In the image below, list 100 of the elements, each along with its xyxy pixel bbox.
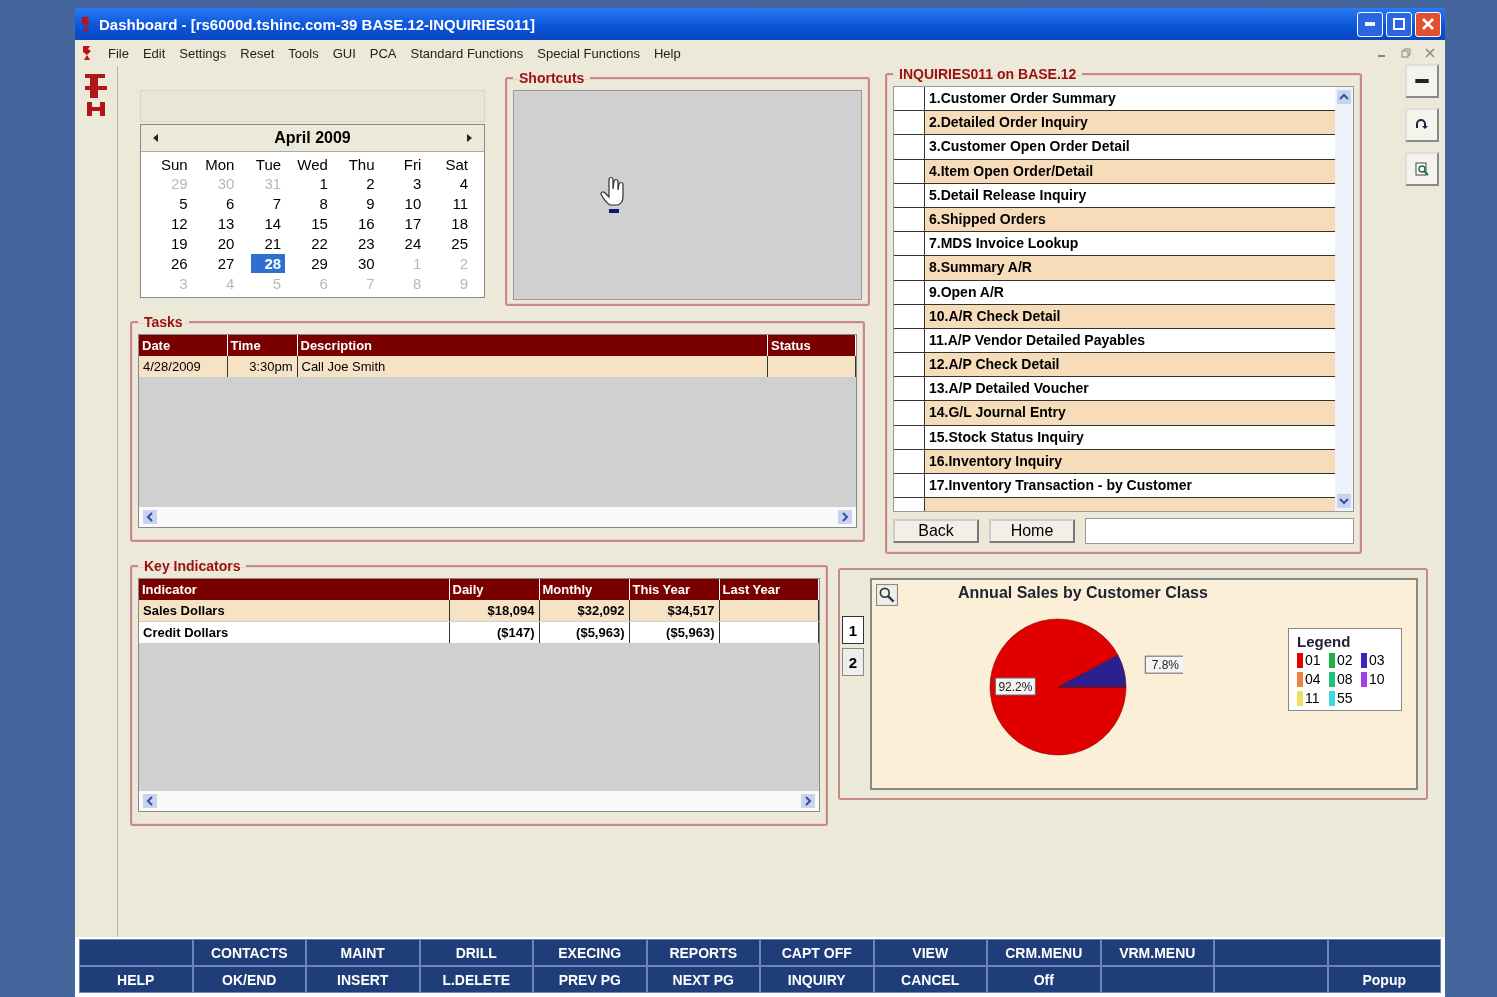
calendar-day[interactable]: 22 — [297, 234, 332, 253]
menu-item[interactable]: Standard Functions — [403, 45, 531, 61]
calendar-day[interactable]: 1 — [297, 174, 332, 193]
row-header-cell[interactable] — [894, 111, 925, 135]
calendar-day[interactable]: 7 — [251, 194, 286, 213]
refresh-button[interactable] — [1405, 108, 1439, 142]
menu-item[interactable]: Tools — [281, 45, 326, 61]
next-month-icon[interactable] — [466, 134, 472, 142]
input-field[interactable] — [1085, 518, 1354, 544]
row-header-cell[interactable] — [894, 304, 925, 328]
inquiry-item[interactable]: 11.A/P Vendor Detailed Payables — [925, 328, 1150, 353]
inquiry-item[interactable]: 1.Customer Order Summary — [925, 87, 1120, 111]
menu-item[interactable]: Reset — [233, 45, 282, 61]
maximize-button[interactable] — [1386, 11, 1412, 37]
scroll-down-icon[interactable] — [1337, 494, 1351, 508]
scroll-right-icon[interactable] — [838, 510, 852, 524]
calendar-day[interactable]: 4 — [438, 174, 472, 193]
menu-item[interactable]: Settings — [172, 45, 234, 61]
menu-item[interactable]: Edit — [135, 45, 173, 61]
calendar-day[interactable]: 24 — [391, 234, 426, 253]
inquiry-item[interactable]: 5.Detail Release Inquiry — [925, 183, 1091, 207]
inquiry-item[interactable]: 3.Customer Open Order Detail — [925, 135, 1134, 159]
calendar-day[interactable]: 30 — [344, 254, 379, 273]
calendar-day[interactable]: 28 — [251, 254, 286, 273]
function-key[interactable]: PREV PG — [533, 966, 647, 993]
calendar-day[interactable]: 11 — [438, 194, 472, 213]
calendar-day[interactable]: 20 — [204, 234, 239, 253]
scroll-up-icon[interactable] — [1337, 90, 1351, 104]
column-header[interactable]: Description — [297, 335, 768, 356]
function-key[interactable]: EXECING — [533, 939, 647, 966]
function-key[interactable]: INSERT — [306, 966, 420, 993]
row-header-cell[interactable] — [894, 207, 925, 232]
zoom-icon[interactable] — [876, 584, 898, 606]
calendar-day[interactable]: 12 — [157, 214, 192, 233]
column-header[interactable]: Status — [767, 335, 856, 356]
vertical-scrollbar[interactable] — [1335, 87, 1353, 511]
chart-tab[interactable]: 2 — [842, 648, 864, 676]
calendar-day[interactable]: 26 — [157, 254, 192, 273]
menu-item[interactable]: Special Functions — [530, 45, 647, 61]
menu-item[interactable]: File — [101, 45, 136, 61]
calendar-day[interactable]: 27 — [204, 254, 239, 273]
inquiry-item[interactable]: 7.MDS Invoice Lookup — [925, 232, 1083, 256]
nav-button[interactable]: Back — [893, 519, 979, 543]
search-button[interactable] — [1405, 152, 1439, 186]
inquiry-item[interactable]: 13.A/P Detailed Voucher — [925, 377, 1093, 401]
close-icon[interactable] — [1425, 48, 1435, 58]
horizontal-scrollbar[interactable] — [139, 791, 819, 811]
column-header[interactable]: Monthly — [539, 579, 629, 600]
function-key[interactable]: VRM.MENU — [1100, 939, 1214, 966]
function-key[interactable]: MAINT — [306, 939, 420, 966]
function-key[interactable]: CRM.MENU — [987, 939, 1101, 966]
minimize-button[interactable] — [1357, 11, 1383, 37]
calendar-day[interactable]: 13 — [204, 214, 239, 233]
calendar-day[interactable]: 16 — [344, 214, 379, 233]
row-header-cell[interactable] — [894, 449, 925, 473]
calendar-day[interactable]: 18 — [438, 214, 472, 233]
calendar-day[interactable]: 19 — [157, 234, 192, 253]
nav-button[interactable]: Home — [989, 519, 1075, 543]
column-header[interactable]: Indicator — [139, 579, 449, 600]
calendar-day[interactable]: 3 — [391, 174, 426, 193]
function-key[interactable] — [1214, 966, 1328, 993]
column-header[interactable]: Date — [139, 335, 227, 356]
function-key[interactable]: REPORTS — [646, 939, 760, 966]
scroll-right-icon[interactable] — [801, 794, 815, 808]
function-key[interactable] — [79, 939, 193, 966]
calendar-day[interactable]: 9 — [344, 194, 379, 213]
function-key[interactable]: DRILL — [419, 939, 533, 966]
scroll-left-icon[interactable] — [143, 510, 157, 524]
chart-tab[interactable]: 1 — [842, 616, 864, 644]
calendar-day[interactable]: 21 — [251, 234, 286, 253]
inquiry-item[interactable]: 15.Stock Status Inquiry — [925, 425, 1088, 449]
calendar-day[interactable]: 29 — [297, 254, 332, 273]
scroll-left-icon[interactable] — [143, 794, 157, 808]
function-key[interactable]: INQUIRY — [760, 966, 874, 993]
calendar-day[interactable]: 2 — [344, 174, 379, 193]
function-key[interactable]: OK/END — [192, 966, 306, 993]
column-header[interactable]: Time — [227, 335, 297, 356]
function-key[interactable]: Popup — [1327, 966, 1441, 993]
column-header[interactable]: Last Year — [719, 579, 819, 600]
calendar-day[interactable]: 15 — [297, 214, 332, 233]
horizontal-scrollbar[interactable] — [139, 507, 856, 527]
calendar-day[interactable]: 6 — [204, 194, 239, 213]
row-header-cell[interactable] — [894, 353, 925, 377]
calendar-day[interactable]: 10 — [391, 194, 426, 213]
row-header-cell[interactable] — [894, 159, 925, 183]
function-key[interactable]: Off — [987, 966, 1101, 993]
function-key[interactable]: NEXT PG — [646, 966, 760, 993]
function-key[interactable]: HELP — [79, 966, 193, 993]
function-key[interactable] — [1327, 939, 1441, 966]
function-key[interactable]: CANCEL — [873, 966, 987, 993]
calendar-day[interactable]: 8 — [297, 194, 332, 213]
calendar-day[interactable]: 23 — [344, 234, 379, 253]
inquiry-item[interactable]: 9.Open A/R — [925, 280, 1008, 304]
function-key[interactable]: VIEW — [873, 939, 987, 966]
close-button[interactable] — [1415, 11, 1441, 37]
function-key[interactable] — [1100, 966, 1214, 993]
calendar-day[interactable]: 14 — [251, 214, 286, 233]
calendar-day[interactable]: 17 — [391, 214, 426, 233]
column-header[interactable]: Daily — [449, 579, 539, 600]
function-key[interactable]: CAPT OFF — [760, 939, 874, 966]
